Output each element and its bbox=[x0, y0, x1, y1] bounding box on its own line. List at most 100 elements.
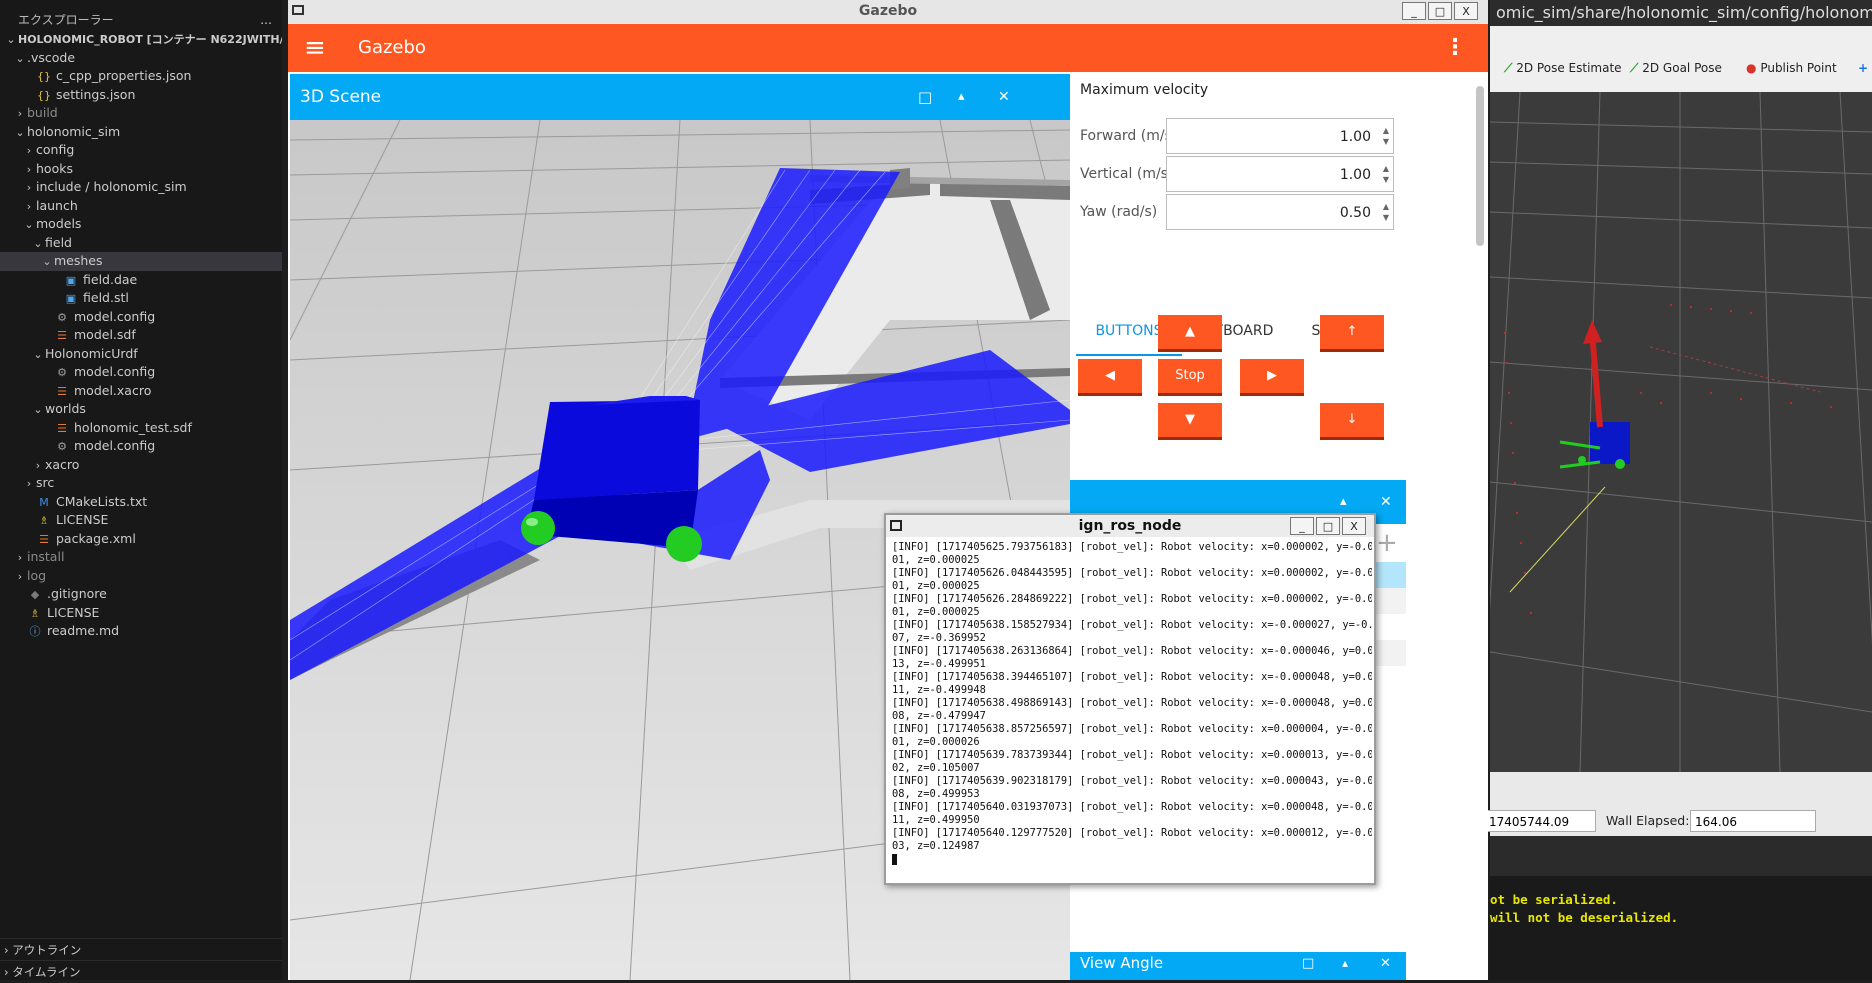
chevron-right-icon: › bbox=[35, 458, 41, 472]
tree-item-label: LICENSE bbox=[56, 512, 109, 527]
tree-file[interactable]: ⓘ readme.md bbox=[0, 622, 282, 641]
tree-file[interactable]: {} c_cpp_properties.json bbox=[0, 67, 282, 86]
chevron-down-icon: ⌄ bbox=[15, 125, 25, 139]
outline-section[interactable]: › アウトライン bbox=[0, 938, 282, 961]
rviz-console: ot be serialized. will not be deserializ… bbox=[1490, 876, 1872, 980]
maximize-icon[interactable]: □ bbox=[918, 74, 932, 120]
tree-folder[interactable]: ⌄ models bbox=[0, 215, 282, 234]
spin-arrows-icon[interactable]: ▲ ▼ bbox=[1383, 125, 1389, 147]
tool-2d-goal-pose[interactable]: ⟋ 2D Goal Pose bbox=[1630, 60, 1722, 76]
tree-file[interactable]: ☰ package.xml bbox=[0, 530, 282, 549]
tree-folder[interactable]: › build bbox=[0, 104, 282, 123]
maximize-button[interactable]: □ bbox=[1316, 517, 1340, 535]
tree-folder[interactable]: ⌄ meshes bbox=[0, 252, 282, 271]
app-title: Gazebo bbox=[358, 37, 426, 58]
vertical-spinbox[interactable]: 1.00 ▲ ▼ bbox=[1166, 156, 1394, 192]
add-icon[interactable]: + bbox=[1376, 528, 1398, 558]
tree-item-label: launch bbox=[36, 197, 78, 213]
move-right-button[interactable]: ▶ bbox=[1240, 359, 1304, 393]
move-up-button[interactable]: ▲ bbox=[1158, 315, 1222, 349]
stop-button[interactable]: Stop bbox=[1158, 359, 1222, 393]
tree-item-label: install bbox=[27, 549, 65, 564]
tree-folder[interactable]: › hooks bbox=[0, 160, 282, 179]
spin-arrows-icon[interactable]: ▲ ▼ bbox=[1383, 163, 1389, 185]
tree-item-label: hooks bbox=[36, 160, 73, 176]
tree-file[interactable]: ☰ model.xacro bbox=[0, 382, 282, 401]
file-type-icon: ▣ bbox=[65, 273, 77, 287]
maximize-button[interactable]: □ bbox=[1428, 2, 1452, 20]
tree-folder[interactable]: › install bbox=[0, 548, 282, 567]
terminal-line: 01, z=0.000025 bbox=[892, 580, 980, 592]
ros-time-field[interactable]: 17405744.09 bbox=[1484, 810, 1596, 832]
tree-file[interactable]: ⚙ model.config bbox=[0, 363, 282, 382]
close-button[interactable]: X bbox=[1454, 2, 1478, 20]
tool-label: 2D Goal Pose bbox=[1642, 61, 1722, 75]
console-line: ot be serialized. bbox=[1490, 892, 1618, 907]
rotate-up-button[interactable]: ↑ bbox=[1320, 315, 1384, 349]
tree-folder[interactable]: › launch bbox=[0, 197, 282, 216]
file-type-icon: ☰ bbox=[57, 329, 67, 342]
move-down-button[interactable]: ▼ bbox=[1158, 403, 1222, 437]
tree-folder[interactable]: › xacro bbox=[0, 456, 282, 475]
collapse-icon[interactable]: ▴ bbox=[958, 74, 965, 120]
tree-file[interactable]: ◆ .gitignore bbox=[0, 585, 282, 604]
chevron-right-icon: › bbox=[26, 162, 32, 176]
tree-file[interactable]: ▣ field.stl bbox=[0, 289, 282, 308]
spin-arrows-icon[interactable]: ▲ ▼ bbox=[1383, 201, 1389, 223]
pose-estimate-icon: ⟋ bbox=[1504, 61, 1513, 75]
rviz-time-panel: 17405744.09 Wall Elapsed: 164.06 bbox=[1484, 772, 1872, 836]
tree-item-label: model.config bbox=[74, 308, 156, 324]
close-icon[interactable]: ✕ bbox=[1380, 480, 1392, 524]
tree-file[interactable]: ♗ LICENSE bbox=[0, 511, 282, 530]
maximize-icon[interactable]: □ bbox=[1302, 956, 1314, 971]
tree-file[interactable]: {} settings.json bbox=[0, 86, 282, 105]
terminal-output[interactable]: [INFO] [1717405625.793756183] [robot_vel… bbox=[892, 541, 1372, 881]
close-icon[interactable]: ✕ bbox=[1380, 956, 1391, 971]
collapse-icon[interactable]: ▴ bbox=[1342, 956, 1348, 970]
kebab-menu-icon[interactable]: ⋮ bbox=[1444, 24, 1466, 72]
minimize-button[interactable]: _ bbox=[1402, 2, 1426, 20]
tree-folder[interactable]: › config bbox=[0, 141, 282, 160]
terminal-line: 13, z=-0.499951 bbox=[892, 658, 986, 670]
forward-spinbox[interactable]: 1.00 ▲ ▼ bbox=[1166, 118, 1394, 154]
scene-title: 3D Scene bbox=[300, 87, 382, 107]
tree-folder[interactable]: ⌄ .vscode bbox=[0, 49, 282, 68]
tree-item-label: HolonomicUrdf bbox=[45, 345, 138, 361]
tree-folder[interactable]: › src bbox=[0, 474, 282, 493]
view-angle-title: View Angle bbox=[1080, 954, 1164, 972]
tree-file[interactable]: ♗ LICENSE bbox=[0, 604, 282, 623]
move-left-button[interactable]: ◀ bbox=[1078, 359, 1142, 393]
file-type-icon: {} bbox=[37, 70, 51, 83]
gazebo-window-title: Gazebo bbox=[288, 0, 1488, 24]
file-type-icon: ▣ bbox=[65, 292, 77, 305]
close-button[interactable]: X bbox=[1342, 517, 1366, 535]
vscode-explorer: エクスプローラー ... ⌄ HOLONOMIC_ROBOT [コンテナー N62… bbox=[0, 0, 282, 980]
plus-icon[interactable]: + bbox=[1858, 60, 1868, 76]
tree-file[interactable]: M CMakeLists.txt bbox=[0, 493, 282, 512]
tree-folder[interactable]: ⌄HOLONOMIC_ROBOT [コンテナー N622JWITH/ROS2_.… bbox=[0, 30, 282, 49]
tree-folder[interactable]: › log bbox=[0, 567, 282, 586]
minimize-button[interactable]: _ bbox=[1290, 517, 1314, 535]
close-icon[interactable]: ✕ bbox=[998, 74, 1010, 120]
tree-folder[interactable]: › include / holonomic_sim bbox=[0, 178, 282, 197]
tree-file[interactable]: ⚙ model.config bbox=[0, 308, 282, 327]
tree-folder[interactable]: ⌄ field bbox=[0, 234, 282, 253]
wall-elapsed-field[interactable]: 164.06 bbox=[1690, 810, 1816, 832]
tree-file[interactable]: ☰ holonomic_test.sdf bbox=[0, 419, 282, 438]
rviz-3d-view[interactable] bbox=[1479, 91, 1872, 773]
tree-folder[interactable]: ⌄ holonomic_sim bbox=[0, 123, 282, 142]
rotate-down-button[interactable]: ↓ bbox=[1320, 403, 1384, 437]
tree-folder[interactable]: ⌄ HolonomicUrdf bbox=[0, 345, 282, 364]
yaw-spinbox[interactable]: 0.50 ▲ ▼ bbox=[1166, 194, 1394, 230]
menu-icon[interactable]: ≡ bbox=[304, 24, 326, 72]
tree-file[interactable]: ☰ model.sdf bbox=[0, 326, 282, 345]
tool-publish-point[interactable]: ● Publish Point bbox=[1746, 60, 1837, 76]
chevron-down-icon: ⌄ bbox=[15, 51, 25, 65]
tree-file[interactable]: ▣ field.dae bbox=[0, 271, 282, 290]
terminal-line: 01, z=0.000025 bbox=[892, 606, 980, 618]
tool-2d-pose-estimate[interactable]: ⟋ 2D Pose Estimate bbox=[1504, 60, 1622, 76]
scrollbar[interactable] bbox=[1476, 86, 1484, 246]
file-type-icon: ☰ bbox=[57, 421, 67, 435]
tree-file[interactable]: ⚙ model.config bbox=[0, 437, 282, 456]
tree-folder[interactable]: ⌄ worlds bbox=[0, 400, 282, 419]
